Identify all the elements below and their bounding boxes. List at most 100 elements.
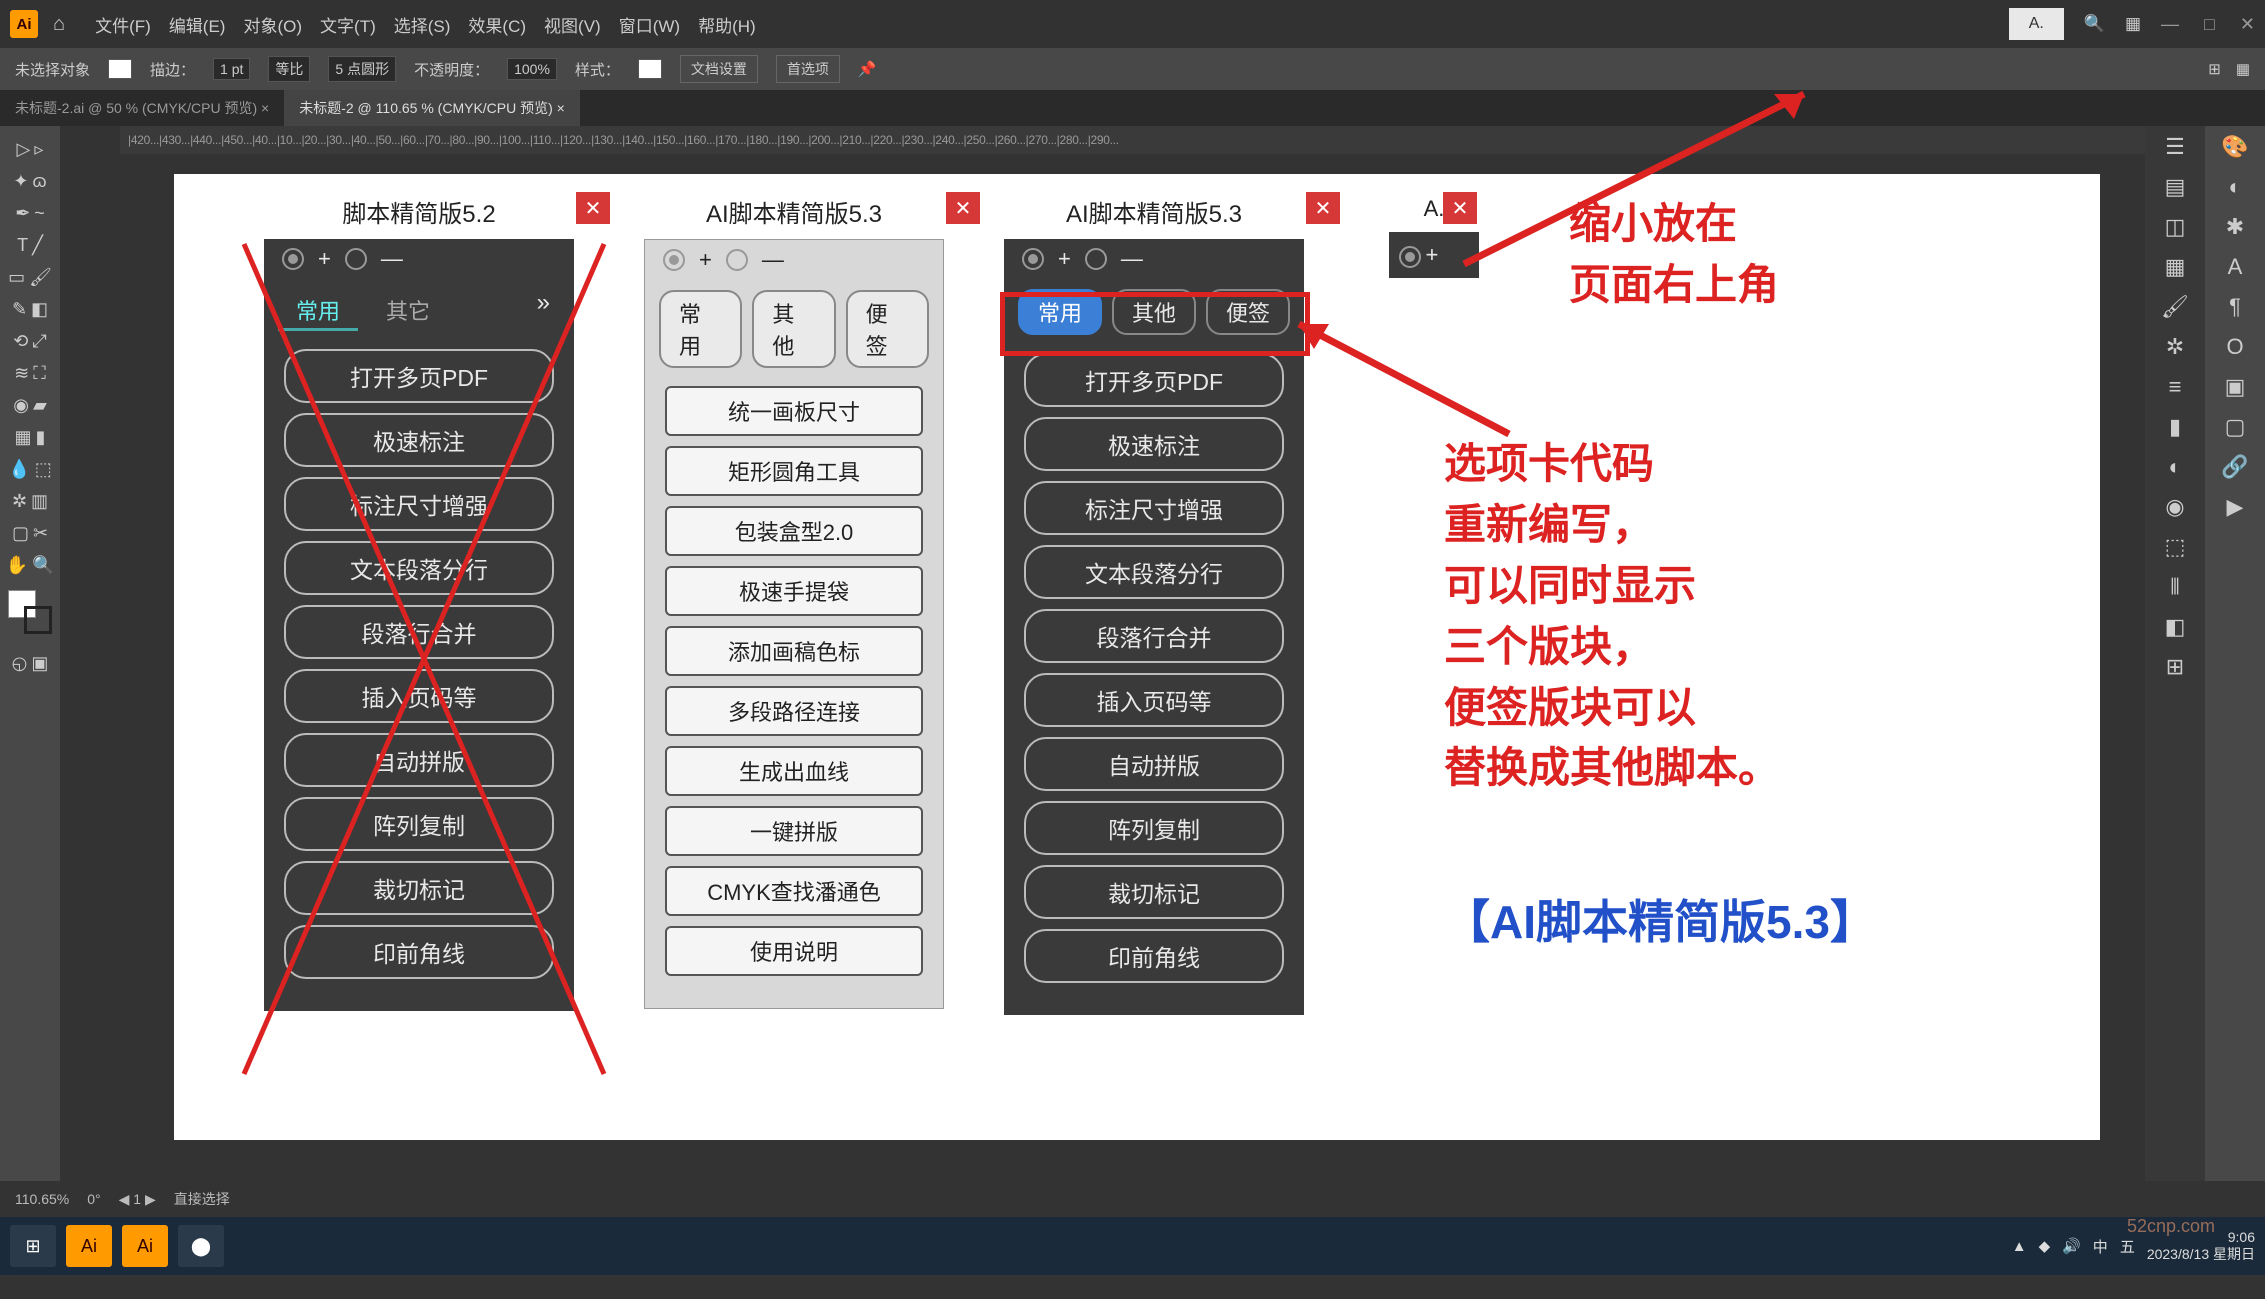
radio-icon[interactable] (1399, 246, 1421, 268)
libraries-icon[interactable]: ◫ (2165, 214, 2186, 240)
arrange-icon[interactable]: ▦ (2125, 14, 2141, 34)
properties-icon[interactable]: ☰ (2165, 134, 2185, 160)
btn-para-merge[interactable]: 段落行合并 (284, 605, 554, 659)
btn-fast-label[interactable]: 极速标注 (1024, 417, 1284, 471)
rotate-status[interactable]: 0° (87, 1191, 100, 1207)
btn-unify-artboard[interactable]: 统一画板尺寸 (665, 386, 923, 436)
btn-box-type[interactable]: 包装盒型2.0 (665, 506, 923, 556)
shape-builder-icon[interactable]: ◉ (13, 395, 29, 416)
para-icon[interactable]: ¶ (2229, 294, 2241, 320)
opentype-icon[interactable]: O (2226, 334, 2243, 360)
stroke-icon[interactable]: ≡ (2169, 374, 2182, 400)
radio-2[interactable] (1085, 248, 1107, 270)
btn-add-swatch[interactable]: 添加画稿色标 (665, 626, 923, 676)
menu-select[interactable]: 选择(S) (389, 9, 456, 40)
tab-other[interactable]: 其他 (752, 290, 835, 368)
ime-icon[interactable]: 五 (2120, 1236, 2135, 1257)
zoom-tool-icon[interactable]: 🔍 (32, 555, 54, 576)
ai-taskbar-icon-2[interactable]: Ai (122, 1225, 168, 1267)
prefs-button[interactable]: 首选项 (776, 55, 840, 83)
home-icon[interactable]: ⌂ (53, 13, 65, 36)
doc-tab-1[interactable]: 未标题-2.ai @ 50 % (CMYK/CPU 预览) × (0, 90, 284, 126)
btn-insert-page[interactable]: 插入页码等 (284, 669, 554, 723)
transparency-icon[interactable]: ◐ (2168, 454, 2181, 480)
btn-crop-mark[interactable]: 裁切标记 (284, 861, 554, 915)
start-icon[interactable]: ⊞ (10, 1225, 56, 1267)
pen-tool-icon[interactable]: ✒ (15, 203, 30, 224)
hand-tool-icon[interactable]: ✋ (6, 555, 28, 576)
actions-icon[interactable]: ▶ (2227, 494, 2244, 520)
symbols-icon[interactable]: ✲ (2166, 334, 2184, 360)
btn-prepress[interactable]: 印前角线 (284, 925, 554, 979)
slice-tool-icon[interactable]: ✂ (33, 523, 48, 544)
menu-help[interactable]: 帮助(H) (693, 9, 761, 40)
radio-1[interactable] (1022, 248, 1044, 270)
menu-edit[interactable]: 编辑(E) (164, 9, 231, 40)
shaper-icon[interactable]: ✎ (12, 299, 27, 320)
graph-tool-icon[interactable]: ▥ (31, 491, 48, 512)
btn-open-pdf[interactable]: 打开多页PDF (284, 349, 554, 403)
grid-icon[interactable]: ▦ (2236, 60, 2250, 78)
btn-insert-page[interactable]: 插入页码等 (1024, 673, 1284, 727)
close-button[interactable]: ✕ (1306, 192, 1340, 224)
tab-notes[interactable]: 便签 (846, 290, 929, 368)
menu-file[interactable]: 文件(F) (90, 9, 156, 40)
docked-mini-panel[interactable]: A. (2009, 8, 2064, 40)
tray-icon[interactable]: ▲ (2012, 1238, 2027, 1255)
btn-fast-label[interactable]: 极速标注 (284, 413, 554, 467)
links-panel-icon[interactable]: 🔗 (2221, 454, 2248, 480)
btn-path-join[interactable]: 多段路径连接 (665, 686, 923, 736)
snap-icon[interactable]: ⊞ (2208, 60, 2221, 78)
maximize-icon[interactable]: □ (2204, 14, 2215, 35)
btn-auto-layout[interactable]: 自动拼版 (1024, 737, 1284, 791)
tray-icon[interactable]: 🔊 (2062, 1237, 2081, 1255)
btn-auto-layout[interactable]: 自动拼版 (284, 733, 554, 787)
style-swatch[interactable] (638, 59, 662, 79)
perspective-icon[interactable]: ▰ (33, 395, 47, 416)
btn-text-para[interactable]: 文本段落分行 (1024, 545, 1284, 599)
pathfinder-icon[interactable]: ◧ (2165, 614, 2186, 640)
type-tool-icon[interactable]: T (17, 235, 28, 256)
line-tool-icon[interactable]: ╱ (32, 235, 43, 256)
btn-fast-bag[interactable]: 极速手提袋 (665, 566, 923, 616)
artboards-icon[interactable]: ▢ (2225, 414, 2246, 440)
close-button[interactable]: ✕ (576, 192, 610, 224)
tray-icon[interactable]: ◆ (2039, 1237, 2051, 1255)
zoom-level[interactable]: 110.65% (15, 1191, 69, 1207)
blend-icon[interactable]: ⬚ (35, 459, 52, 480)
btn-text-para[interactable]: 文本段落分行 (284, 541, 554, 595)
artboard-tool-icon[interactable]: ▢ (12, 523, 29, 544)
btn-dim-enhance[interactable]: 标注尺寸增强 (284, 477, 554, 531)
menu-type[interactable]: 文字(T) (315, 9, 381, 40)
doc-setup-button[interactable]: 文档设置 (680, 55, 758, 83)
magic-wand-icon[interactable]: ✦ (13, 171, 28, 192)
selection-tool-icon[interactable]: ▷ (17, 139, 31, 160)
free-transform-icon[interactable]: ⛶ (33, 363, 46, 384)
width-tool-icon[interactable]: ≋ (14, 363, 29, 384)
brushes-icon[interactable]: 🖌 (2161, 294, 2189, 320)
char-icon[interactable]: A (2228, 254, 2243, 280)
mesh-tool-icon[interactable]: ▦ (15, 427, 32, 448)
layers-icon[interactable]: ▤ (2165, 174, 2186, 200)
scale-tool-icon[interactable]: ⤢ (32, 331, 46, 352)
tab-other[interactable]: 其它 (368, 289, 448, 331)
btn-help[interactable]: 使用说明 (665, 926, 923, 976)
draw-mode-icon[interactable]: ◵ (12, 653, 28, 674)
artboard-nav[interactable]: ◀ 1 ▶ (119, 1191, 156, 1208)
menu-view[interactable]: 视图(V) (539, 9, 606, 40)
transform-icon[interactable]: ⊞ (2166, 654, 2184, 680)
ime-icon[interactable]: 中 (2093, 1236, 2108, 1257)
eraser-icon[interactable]: ◧ (31, 299, 48, 320)
btn-para-merge[interactable]: 段落行合并 (1024, 609, 1284, 663)
rotate-tool-icon[interactable]: ⟲ (13, 331, 28, 352)
btn-rect-radius[interactable]: 矩形圆角工具 (665, 446, 923, 496)
gradient-icon[interactable]: ▮ (2169, 414, 2181, 440)
app-icon[interactable]: ⬤ (178, 1225, 224, 1267)
uniform-select[interactable]: 等比 (268, 56, 310, 82)
btn-prepress[interactable]: 印前角线 (1024, 929, 1284, 983)
radio-2[interactable] (345, 248, 367, 270)
tab-common[interactable]: 常用 (278, 289, 358, 331)
btn-dim-enhance[interactable]: 标注尺寸增强 (1024, 481, 1284, 535)
curvature-icon[interactable]: ~ (34, 203, 45, 224)
screen-mode-icon[interactable]: ▣ (31, 653, 48, 674)
